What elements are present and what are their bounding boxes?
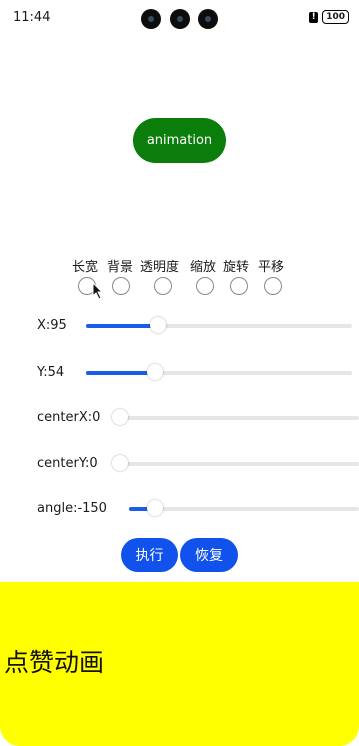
option-label-translate: 平移 [258, 260, 285, 275]
slider-angle[interactable] [129, 500, 359, 516]
slider-x-fill [86, 324, 156, 328]
mouse-cursor-icon [92, 282, 104, 300]
slider-y-thumb[interactable] [147, 364, 163, 380]
slider-angle-thumb[interactable] [147, 500, 163, 516]
slider-center-x[interactable] [112, 409, 359, 425]
slider-label-x: X:95 [37, 318, 67, 333]
like-animation-text: 点赞动画 [4, 648, 105, 677]
option-label-opacity: 透明度 [140, 260, 180, 275]
option-label-scale: 缩放 [190, 260, 217, 275]
option-radio-scale[interactable] [196, 277, 214, 295]
status-time: 11:44 [13, 10, 51, 25]
slider-center-x-thumb[interactable] [112, 409, 128, 425]
option-label-size: 长宽 [72, 260, 99, 275]
phone-screen: 11:44 ! 100 animation 长宽 背景 透明度 缩放 旋转 平移… [0, 0, 359, 746]
slider-label-angle: angle:-150 [37, 501, 107, 516]
slider-y-fill [86, 371, 153, 375]
option-radio-opacity[interactable] [154, 277, 172, 295]
animation-button[interactable]: animation [133, 118, 226, 163]
battery-icon: 100 [322, 10, 349, 24]
camera-icon [170, 9, 190, 29]
slider-x-thumb[interactable] [150, 317, 166, 333]
restore-button[interactable]: 恢复 [180, 538, 238, 572]
slider-label-center-x: centerX:0 [37, 410, 101, 425]
option-radio-translate[interactable] [264, 277, 282, 295]
slider-label-y: Y:54 [37, 365, 65, 380]
camera-icon [141, 9, 161, 29]
option-radio-background[interactable] [112, 277, 130, 295]
slider-center-y[interactable] [112, 455, 359, 471]
option-radio-rotate[interactable] [230, 277, 248, 295]
slider-y[interactable] [86, 364, 352, 380]
slider-label-center-y: centerY:0 [37, 456, 98, 471]
execute-button[interactable]: 执行 [121, 538, 178, 572]
slider-center-y-thumb[interactable] [112, 455, 128, 471]
alert-icon: ! [309, 11, 319, 23]
camera-icon [198, 9, 218, 29]
status-icons: ! 100 [309, 10, 349, 24]
option-label-rotate: 旋转 [223, 260, 250, 275]
option-label-background: 背景 [107, 260, 134, 275]
slider-x[interactable] [86, 317, 352, 333]
